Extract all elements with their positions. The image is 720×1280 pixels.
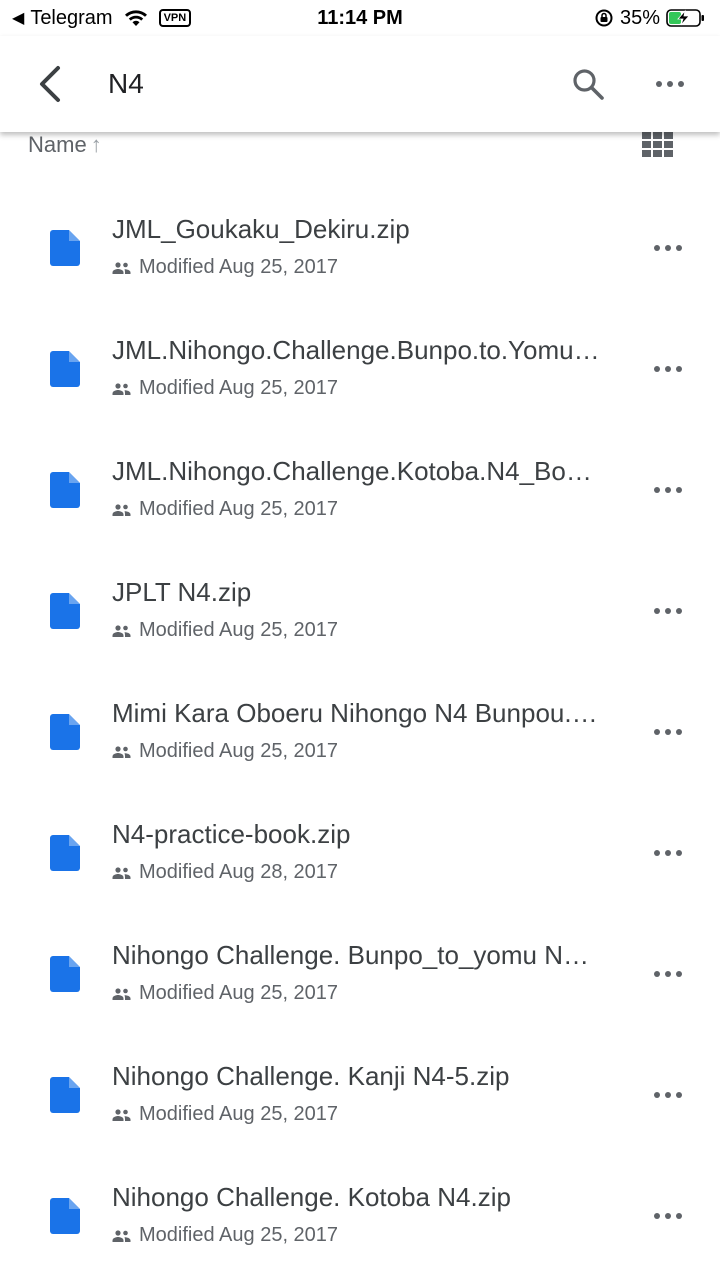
file-icon	[50, 1198, 80, 1234]
more-horizontal-icon	[654, 850, 682, 856]
more-horizontal-icon	[654, 245, 682, 251]
file-icon	[50, 472, 80, 508]
modified-date: Modified Aug 25, 2017	[139, 619, 339, 641]
file-icon	[50, 351, 80, 387]
file-list: JML_Goukaku_Dekiru.zip Modified Aug 25, …	[0, 186, 720, 1275]
app-bar: N4	[0, 36, 720, 132]
modified-date: Modified Aug 28, 2017	[139, 861, 339, 883]
file-meta: Modified Aug 25, 2017	[112, 377, 338, 400]
file-meta: Modified Aug 25, 2017	[112, 1103, 338, 1126]
file-icon	[50, 956, 80, 992]
list-item[interactable]: JPLT N4.zip Modified Aug 25, 2017	[0, 549, 720, 670]
list-item[interactable]: JML_Goukaku_Dekiru.zip Modified Aug 25, …	[0, 186, 720, 307]
list-item[interactable]: Mimi Kara Oboeru Nihongo N4 Bunpou.… Mod…	[0, 670, 720, 791]
item-more-button[interactable]	[646, 714, 690, 750]
item-more-button[interactable]	[646, 835, 690, 871]
list-item[interactable]: JML.Nihongo.Challenge.Kotoba.N4_Bo… Modi…	[0, 428, 720, 549]
shared-people-icon	[112, 382, 131, 395]
file-meta: Modified Aug 28, 2017	[112, 861, 338, 884]
file-meta: Modified Aug 25, 2017	[112, 1224, 338, 1247]
modified-date: Modified Aug 25, 2017	[139, 1103, 339, 1125]
file-meta: Modified Aug 25, 2017	[112, 982, 338, 1005]
file-name: JML.Nihongo.Challenge.Bunpo.to.Yomu…	[112, 335, 600, 365]
file-icon	[50, 230, 80, 266]
file-name: JML_Goukaku_Dekiru.zip	[112, 214, 410, 244]
file-icon	[50, 593, 80, 629]
battery-percent: 35%	[619, 6, 660, 29]
more-horizontal-icon	[656, 81, 684, 87]
modified-date: Modified Aug 25, 2017	[139, 498, 339, 520]
modified-date: Modified Aug 25, 2017	[139, 377, 339, 399]
list-item[interactable]: JML.Nihongo.Challenge.Bunpo.to.Yomu… Mod…	[0, 307, 720, 428]
list-item[interactable]: Nihongo Challenge. Bunpo_to_yomu N… Modi…	[0, 912, 720, 1033]
sort-by-name-button[interactable]: Name ↑	[28, 132, 102, 158]
shared-people-icon	[112, 1108, 131, 1121]
file-name: Nihongo Challenge. Kotoba N4.zip	[112, 1182, 511, 1212]
more-horizontal-icon	[654, 487, 682, 493]
file-icon	[50, 835, 80, 871]
more-horizontal-icon	[654, 366, 682, 372]
file-name: Nihongo Challenge. Kanji N4-5.zip	[112, 1061, 510, 1091]
file-icon	[50, 1077, 80, 1113]
file-name: Nihongo Challenge. Bunpo_to_yomu N…	[112, 940, 589, 970]
more-horizontal-icon	[654, 971, 682, 977]
file-name: Mimi Kara Oboeru Nihongo N4 Bunpou.…	[112, 698, 598, 728]
grid-view-icon[interactable]	[642, 132, 674, 158]
modified-date: Modified Aug 25, 2017	[139, 740, 339, 762]
more-horizontal-icon	[654, 1213, 682, 1219]
file-meta: Modified Aug 25, 2017	[112, 256, 338, 279]
back-to-app-label[interactable]: Telegram	[30, 7, 112, 30]
shared-people-icon	[112, 745, 131, 758]
item-more-button[interactable]	[646, 593, 690, 629]
page-title: N4	[108, 68, 144, 99]
file-name: JPLT N4.zip	[112, 577, 252, 607]
item-more-button[interactable]	[646, 1198, 690, 1234]
item-more-button[interactable]	[646, 230, 690, 266]
file-name: N4-practice-book.zip	[112, 819, 351, 849]
orientation-lock-icon	[595, 9, 613, 27]
modified-date: Modified Aug 25, 2017	[139, 1224, 339, 1246]
battery-charging-icon	[666, 9, 704, 27]
wifi-icon	[124, 10, 147, 26]
more-horizontal-icon	[654, 1092, 682, 1098]
back-button[interactable]	[20, 54, 80, 114]
shared-people-icon	[112, 503, 131, 516]
search-button[interactable]	[558, 54, 618, 114]
list-item[interactable]: Nihongo Challenge. Kotoba N4.zip Modifie…	[0, 1154, 720, 1275]
arrow-up-icon: ↑	[90, 132, 102, 157]
shared-people-icon	[112, 261, 131, 274]
file-icon	[50, 714, 80, 750]
chevron-left-icon	[40, 66, 60, 102]
back-to-app-icon[interactable]: ◀	[12, 8, 24, 28]
list-item[interactable]: N4-practice-book.zip Modified Aug 28, 20…	[0, 791, 720, 912]
status-left: ◀ Telegram VPN	[12, 7, 272, 30]
sort-row: Name ↑	[0, 132, 720, 162]
more-horizontal-icon	[654, 608, 682, 614]
shared-people-icon	[112, 624, 131, 637]
modified-date: Modified Aug 25, 2017	[139, 256, 339, 278]
sort-label: Name	[28, 132, 87, 157]
status-right: 35%	[594, 7, 706, 30]
file-name: JML.Nihongo.Challenge.Kotoba.N4_Bo…	[112, 456, 592, 486]
status-bar: ◀ Telegram VPN 11:14 PM 35%	[0, 0, 720, 36]
item-more-button[interactable]	[646, 956, 690, 992]
shared-people-icon	[112, 866, 131, 879]
vpn-badge: VPN	[158, 9, 192, 27]
modified-date: Modified Aug 25, 2017	[139, 982, 339, 1004]
file-meta: Modified Aug 25, 2017	[112, 740, 338, 763]
more-options-button[interactable]	[640, 54, 700, 114]
list-item[interactable]: Nihongo Challenge. Kanji N4-5.zip Modifi…	[0, 1033, 720, 1154]
shared-people-icon	[112, 1229, 131, 1242]
shared-people-icon	[112, 987, 131, 1000]
more-horizontal-icon	[654, 729, 682, 735]
search-icon	[573, 69, 604, 100]
item-more-button[interactable]	[646, 351, 690, 387]
item-more-button[interactable]	[646, 1077, 690, 1113]
file-meta: Modified Aug 25, 2017	[112, 619, 338, 642]
item-more-button[interactable]	[646, 472, 690, 508]
file-meta: Modified Aug 25, 2017	[112, 498, 338, 521]
